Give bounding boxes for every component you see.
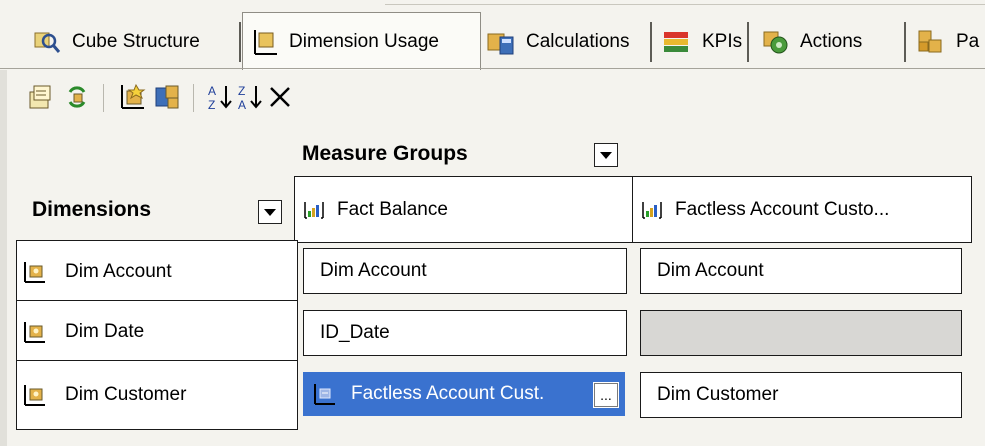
cube-structure-icon	[34, 32, 61, 53]
actions-icon	[763, 31, 788, 53]
tab-cube-structure[interactable]: Cube Structure	[22, 14, 200, 69]
partitions-icon	[918, 30, 942, 52]
tab-label: Calculations	[526, 30, 630, 52]
dimension-label: Dim Account	[65, 261, 172, 282]
dimension-usage-icon	[254, 30, 277, 55]
measure-group-icon	[642, 201, 662, 219]
measure-groups-header: Measure Groups	[302, 142, 468, 165]
dimension-icon	[24, 262, 45, 283]
relationship-label: ID_Date	[320, 322, 390, 343]
chevron-down-icon	[264, 208, 276, 216]
tab-strip: Cube Structure Dimension Usage Calculati…	[0, 0, 985, 71]
tab-calculations[interactable]: Calculations	[476, 14, 630, 69]
measure-groups-dropdown[interactable]	[594, 143, 618, 167]
dimension-icon	[24, 385, 45, 406]
dimension-label: Dim Customer	[65, 384, 187, 405]
relationship-cell-empty[interactable]	[640, 310, 962, 356]
show-dimension-icon[interactable]	[152, 82, 182, 112]
tab-label: Actions	[800, 30, 863, 52]
calculator-icon	[487, 33, 514, 54]
ellipsis-text: ...	[600, 387, 612, 403]
toolbar: A Z Z A	[0, 70, 985, 126]
relationship-label: Dim Customer	[657, 384, 779, 405]
measure-group-header-fact-balance[interactable]: Fact Balance	[294, 176, 636, 243]
svg-text:A: A	[208, 84, 216, 98]
dimension-label: Dim Date	[65, 321, 145, 342]
left-scroll-edge	[0, 70, 7, 446]
svg-text:Z: Z	[208, 98, 215, 112]
tab-label: Cube Structure	[72, 30, 200, 52]
tab-actions[interactable]: Actions	[750, 14, 862, 69]
svg-text:A: A	[238, 98, 246, 112]
dimension-row-dim-customer[interactable]: Dim Customer	[16, 360, 298, 430]
many-to-many-icon	[314, 384, 335, 405]
dimension-row-dim-date[interactable]: Dim Date	[16, 300, 298, 364]
toolbar-separator	[193, 84, 194, 112]
relationship-ellipsis-button[interactable]: ...	[593, 382, 619, 408]
relationship-cell[interactable]: Dim Account	[640, 248, 962, 294]
relationship-label: Dim Account	[320, 260, 427, 281]
chevron-down-icon	[600, 151, 612, 159]
delete-icon[interactable]	[265, 82, 295, 112]
dimensions-dropdown[interactable]	[258, 200, 282, 224]
sort-descending-icon[interactable]: Z A	[236, 82, 266, 112]
tab-strip-border	[0, 68, 985, 69]
top-rule	[385, 4, 985, 5]
measure-group-icon	[304, 201, 324, 219]
add-cube-dimension-icon[interactable]	[26, 82, 56, 112]
relationship-label: Factless Account Cust.	[351, 383, 545, 404]
tab-label: Pa	[956, 30, 980, 52]
sort-ascending-icon[interactable]: A Z	[206, 82, 236, 112]
tab-kpis[interactable]: KPIs	[652, 14, 742, 69]
add-relationship-icon[interactable]	[118, 82, 148, 112]
relationship-cell-selected[interactable]: Factless Account Cust. ...	[303, 372, 625, 416]
relationship-cell[interactable]: Dim Account	[303, 248, 627, 294]
relationship-cell[interactable]: Dim Customer	[640, 372, 962, 418]
dimension-row-dim-account[interactable]: Dim Account	[16, 240, 298, 304]
tab-label: KPIs	[702, 30, 743, 52]
measure-group-label: Fact Balance	[337, 198, 448, 220]
svg-text:Z: Z	[238, 84, 245, 98]
tab-dimension-usage[interactable]: Dimension Usage	[242, 12, 481, 71]
dimension-usage-grid: Measure Groups Dimensions Fact Balance F…	[0, 126, 985, 446]
relationship-cell[interactable]: ID_Date	[303, 310, 627, 356]
dimensions-header: Dimensions	[32, 198, 152, 221]
relationship-label: Dim Account	[657, 260, 764, 281]
kpi-icon	[664, 31, 688, 52]
tab-divider	[747, 22, 749, 62]
tab-label: Dimension Usage	[289, 31, 439, 52]
refresh-icon[interactable]	[62, 82, 92, 112]
toolbar-separator	[103, 84, 104, 112]
dimension-icon	[24, 322, 45, 343]
tab-divider	[239, 22, 241, 62]
tab-partitions[interactable]: Pa	[906, 14, 979, 69]
measure-group-header-factless-account[interactable]: Factless Account Custo...	[632, 176, 972, 243]
measure-group-label: Factless Account Custo...	[675, 198, 890, 220]
